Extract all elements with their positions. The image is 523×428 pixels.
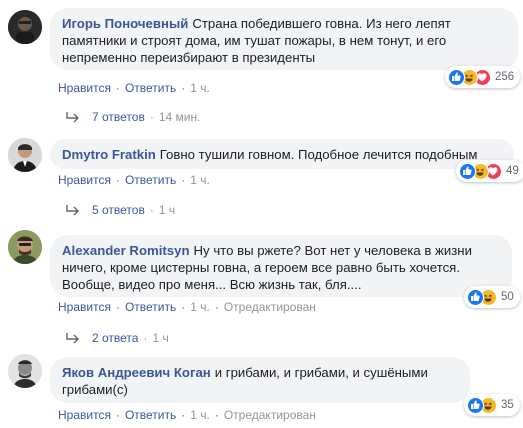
comment-text: Говно тушили говном. Подобное лечится по… — [159, 147, 478, 162]
comment-timestamp[interactable]: 1 ч. — [190, 408, 210, 422]
comment-bubble: Яков Андреевич Коган и грибами, и грибами… — [50, 357, 470, 403]
avatar[interactable] — [8, 230, 42, 264]
replies-count[interactable]: 7 ответов — [92, 110, 145, 124]
like-reaction-icon — [448, 68, 465, 86]
comment-actions: Нравится · Ответить · 1 ч. — [58, 173, 210, 187]
reactions-summary[interactable]: 50 — [464, 286, 520, 308]
replies-count[interactable]: 2 ответа — [92, 331, 138, 345]
comment-text: Вообще, видео про меня... Всю жизнь так,… — [62, 277, 362, 292]
like-button[interactable]: Нравится — [58, 300, 111, 314]
comment-text: грибами(с) — [62, 382, 128, 397]
replies-time: 1 ч — [158, 203, 176, 217]
avatar[interactable] — [8, 354, 42, 388]
reply-arrow-icon — [66, 205, 79, 216]
reactions-count: 35 — [501, 399, 514, 411]
comment-bubble: Alexander Romitsyn Ну что вы ржете? Вот н… — [50, 235, 512, 297]
comment: Dmytro Fratkin Говно тушили говном. Подоб… — [8, 132, 523, 224]
comment-author[interactable]: Dmytro Fratkin — [62, 147, 156, 162]
comment-text: памятники и строят дома, им тушат пожары… — [62, 33, 447, 48]
comment-actions: Нравится · Ответить · 1 ч. · Отредактирован — [58, 300, 316, 314]
replies-time: 1 ч — [152, 331, 169, 345]
comment-text: и грибами, и грибами, и сушёными — [214, 365, 428, 380]
comment: Alexander Romitsyn Ну что вы ржете? Вот н… — [8, 226, 520, 350]
avatar[interactable] — [8, 138, 42, 172]
comment-actions: Нравится · Ответить · 1 ч. · Отредактирован — [58, 408, 316, 422]
like-reaction-icon — [467, 396, 484, 414]
view-replies-link[interactable]: 7 ответов · 14 мин. — [64, 110, 200, 124]
reactions-count: 50 — [501, 291, 514, 303]
reactions-summary[interactable]: 49 — [456, 160, 523, 182]
comment-text: Ну что вы ржете? Вот нет у человека в жи… — [193, 243, 472, 258]
comment-author[interactable]: Яков Андреевич Коган — [62, 365, 211, 380]
like-button[interactable]: Нравится — [58, 173, 111, 187]
comment: Яков Андреевич Коган и грибами, и грибами… — [8, 352, 520, 428]
reactions-count: 256 — [495, 71, 515, 83]
reply-button[interactable]: Ответить — [125, 300, 176, 314]
comment-timestamp[interactable]: 1 ч. — [190, 81, 210, 95]
comment-bubble: Игорь Поночевный Страна победившего говна… — [50, 8, 518, 70]
like-reaction-icon — [467, 288, 484, 306]
comment-timestamp[interactable]: 1 ч. — [190, 300, 210, 314]
comment-bubble: Dmytro Fratkin Говно тушили говном. Подоб… — [50, 139, 514, 169]
view-replies-link[interactable]: 5 ответов · 1 ч — [64, 203, 175, 217]
comment-timestamp[interactable]: 1 ч. — [190, 173, 210, 187]
reply-arrow-icon — [66, 112, 79, 123]
reply-button[interactable]: Ответить — [125, 81, 176, 95]
edited-label[interactable]: Отредактирован — [224, 300, 316, 314]
replies-time: 14 мин. — [158, 110, 201, 124]
comment-text: ничего, кроме цистерны говна, а героем в… — [62, 260, 460, 275]
comment: Игорь Поночевный Страна победившего говна… — [8, 0, 521, 130]
reactions-count: 49 — [506, 165, 519, 177]
reactions-summary[interactable]: 256 — [445, 66, 521, 88]
comment-author[interactable]: Alexander Romitsyn — [62, 243, 190, 258]
comment-text: Страна победившего говна. Из него лепят — [192, 16, 451, 31]
comment-author[interactable]: Игорь Поночевный — [62, 16, 188, 31]
like-button[interactable]: Нравится — [58, 81, 111, 95]
comment-text: непременно переизбирают в президенты — [62, 50, 316, 65]
reply-button[interactable]: Ответить — [125, 173, 176, 187]
reply-button[interactable]: Ответить — [125, 408, 176, 422]
like-reaction-icon — [459, 162, 476, 180]
reactions-summary[interactable]: 35 — [464, 394, 520, 416]
avatar[interactable] — [8, 10, 42, 44]
comment-actions: Нравится · Ответить · 1 ч. — [58, 81, 210, 95]
edited-label[interactable]: Отредактирован — [224, 408, 316, 422]
reply-arrow-icon — [66, 333, 79, 344]
view-replies-link[interactable]: 2 ответа · 1 ч — [64, 331, 169, 345]
replies-count[interactable]: 5 ответов — [92, 203, 145, 217]
like-button[interactable]: Нравится — [58, 408, 111, 422]
